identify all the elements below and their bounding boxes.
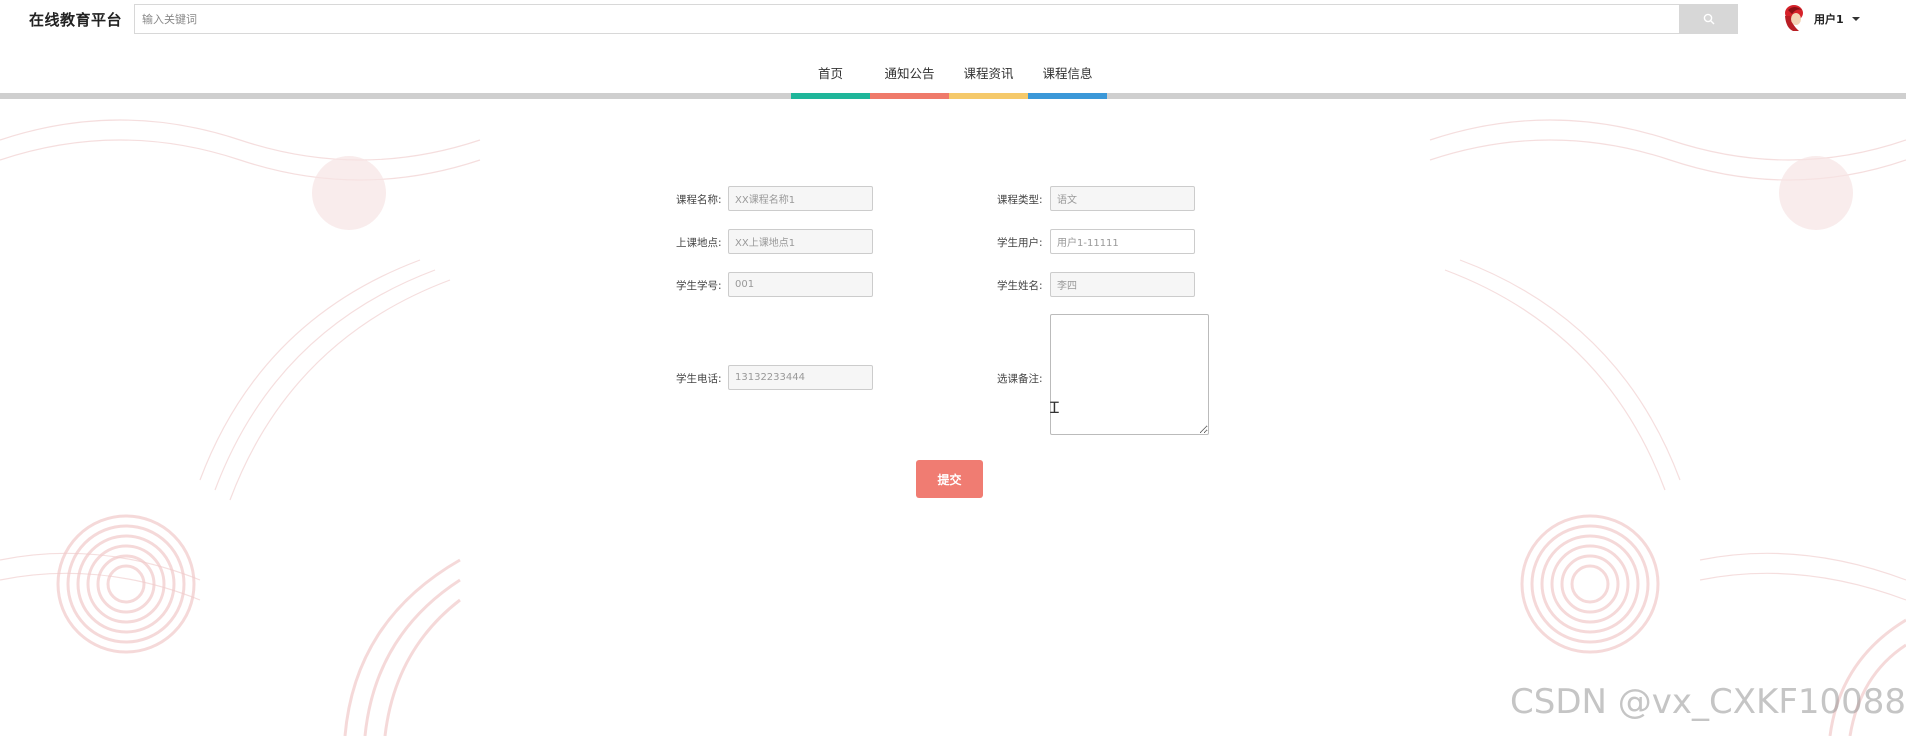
student-name-label: 学生姓名: (997, 280, 1043, 292)
remarks-label: 选课备注: (997, 373, 1043, 385)
student-user-label: 学生用户: (997, 237, 1043, 249)
student-user-field[interactable] (1050, 229, 1195, 254)
student-name-field[interactable] (1050, 272, 1195, 297)
student-id-field[interactable] (728, 272, 873, 297)
course-type-label: 课程类型: (997, 194, 1043, 206)
student-id-label: 学生学号: (676, 280, 722, 292)
course-name-label: 课程名称: (676, 194, 722, 206)
remarks-textarea[interactable] (1050, 314, 1209, 435)
location-label: 上课地点: (676, 237, 722, 249)
course-name-field[interactable] (728, 186, 873, 211)
location-field[interactable] (728, 229, 873, 254)
student-phone-field[interactable] (728, 365, 873, 390)
course-type-field[interactable] (1050, 186, 1195, 211)
submit-button[interactable]: 提交 (916, 460, 983, 498)
text-cursor-icon: Ɪ (1050, 398, 1059, 417)
student-phone-label: 学生电话: (676, 373, 722, 385)
course-selection-form: 课程名称: 课程类型: 上课地点: 学生用户: 学生学号: 学生姓名: 学生电话… (0, 0, 1906, 736)
watermark: CSDN @vx_CXKF10088 (1510, 682, 1906, 722)
